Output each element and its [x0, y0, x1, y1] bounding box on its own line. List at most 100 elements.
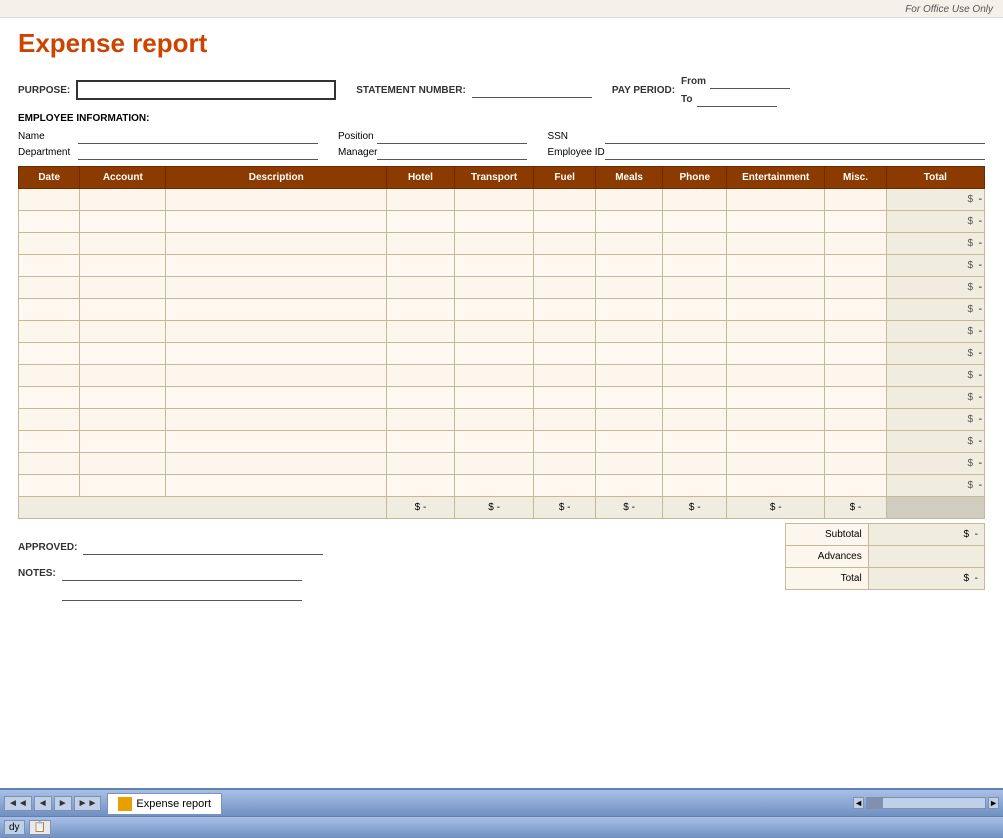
row-cell[interactable] [595, 255, 663, 277]
expense-report-tab[interactable]: Expense report [107, 793, 222, 814]
row-cell[interactable] [663, 299, 727, 321]
row-cell[interactable] [19, 299, 80, 321]
row-cell[interactable] [454, 211, 534, 233]
row-cell[interactable] [80, 255, 166, 277]
row-cell[interactable] [454, 387, 534, 409]
scroll-left-button[interactable]: ◄ [853, 797, 864, 809]
row-cell[interactable] [825, 431, 886, 453]
row-cell[interactable] [663, 365, 727, 387]
name-input[interactable] [78, 128, 318, 144]
row-cell[interactable] [534, 343, 595, 365]
row-cell[interactable] [534, 365, 595, 387]
approved-input[interactable] [83, 539, 323, 555]
nav-last-button[interactable]: ►► [74, 796, 102, 811]
row-cell[interactable] [534, 387, 595, 409]
row-cell[interactable] [80, 321, 166, 343]
row-cell[interactable] [595, 321, 663, 343]
row-cell[interactable] [663, 321, 727, 343]
row-cell[interactable] [19, 365, 80, 387]
row-cell[interactable] [727, 255, 825, 277]
row-cell[interactable] [727, 189, 825, 211]
table-row[interactable]: $ - [19, 189, 985, 211]
row-cell[interactable] [387, 343, 455, 365]
row-cell[interactable] [727, 233, 825, 255]
row-cell[interactable] [166, 365, 387, 387]
row-cell[interactable] [534, 233, 595, 255]
row-cell[interactable] [80, 211, 166, 233]
row-cell[interactable] [663, 387, 727, 409]
row-cell[interactable] [727, 409, 825, 431]
ssn-input[interactable] [605, 128, 985, 144]
row-cell[interactable] [825, 453, 886, 475]
row-cell[interactable] [166, 189, 387, 211]
purpose-input[interactable] [76, 80, 336, 100]
row-cell[interactable] [80, 189, 166, 211]
row-cell[interactable] [595, 409, 663, 431]
row-cell[interactable] [454, 277, 534, 299]
row-cell[interactable] [19, 211, 80, 233]
row-cell[interactable] [663, 343, 727, 365]
row-cell[interactable] [663, 211, 727, 233]
row-cell[interactable] [80, 387, 166, 409]
row-cell[interactable] [387, 365, 455, 387]
row-cell[interactable] [387, 233, 455, 255]
row-cell[interactable] [534, 189, 595, 211]
row-cell[interactable] [534, 409, 595, 431]
table-row[interactable]: $ - [19, 475, 985, 497]
row-cell[interactable] [825, 387, 886, 409]
row-cell[interactable] [454, 365, 534, 387]
manager-input[interactable] [377, 144, 527, 160]
row-cell[interactable] [534, 299, 595, 321]
row-cell[interactable] [727, 343, 825, 365]
row-cell[interactable] [166, 387, 387, 409]
row-cell[interactable] [166, 233, 387, 255]
row-cell[interactable] [19, 387, 80, 409]
table-row[interactable]: $ - [19, 343, 985, 365]
employee-id-input[interactable] [605, 144, 985, 160]
row-cell[interactable] [825, 321, 886, 343]
row-cell[interactable] [19, 255, 80, 277]
row-cell[interactable] [825, 475, 886, 497]
nav-prev-button[interactable]: ◄ [34, 796, 52, 811]
table-row[interactable]: $ - [19, 387, 985, 409]
row-cell[interactable] [454, 321, 534, 343]
row-cell[interactable] [727, 365, 825, 387]
row-cell[interactable] [727, 387, 825, 409]
row-cell[interactable] [387, 189, 455, 211]
row-cell[interactable] [727, 277, 825, 299]
row-cell[interactable] [454, 431, 534, 453]
row-cell[interactable] [454, 409, 534, 431]
row-cell[interactable] [595, 343, 663, 365]
row-cell[interactable] [387, 409, 455, 431]
row-cell[interactable] [454, 475, 534, 497]
row-cell[interactable] [727, 299, 825, 321]
table-row[interactable]: $ - [19, 255, 985, 277]
row-cell[interactable] [727, 321, 825, 343]
row-cell[interactable] [825, 409, 886, 431]
row-cell[interactable] [454, 299, 534, 321]
row-cell[interactable] [387, 211, 455, 233]
row-cell[interactable] [534, 255, 595, 277]
row-cell[interactable] [80, 277, 166, 299]
row-cell[interactable] [727, 475, 825, 497]
row-cell[interactable] [454, 189, 534, 211]
row-cell[interactable] [166, 453, 387, 475]
row-cell[interactable] [166, 431, 387, 453]
row-cell[interactable] [595, 475, 663, 497]
notes-input-1[interactable] [62, 565, 302, 581]
row-cell[interactable] [80, 431, 166, 453]
nav-next-button[interactable]: ► [54, 796, 72, 811]
table-row[interactable]: $ - [19, 299, 985, 321]
row-cell[interactable] [166, 409, 387, 431]
row-cell[interactable] [825, 365, 886, 387]
row-cell[interactable] [595, 189, 663, 211]
row-cell[interactable] [825, 277, 886, 299]
row-cell[interactable] [19, 321, 80, 343]
row-cell[interactable] [663, 431, 727, 453]
row-cell[interactable] [663, 255, 727, 277]
table-row[interactable]: $ - [19, 233, 985, 255]
row-cell[interactable] [454, 343, 534, 365]
row-cell[interactable] [825, 255, 886, 277]
row-cell[interactable] [166, 343, 387, 365]
bottom-bar-btn-1[interactable]: dy [4, 820, 25, 835]
